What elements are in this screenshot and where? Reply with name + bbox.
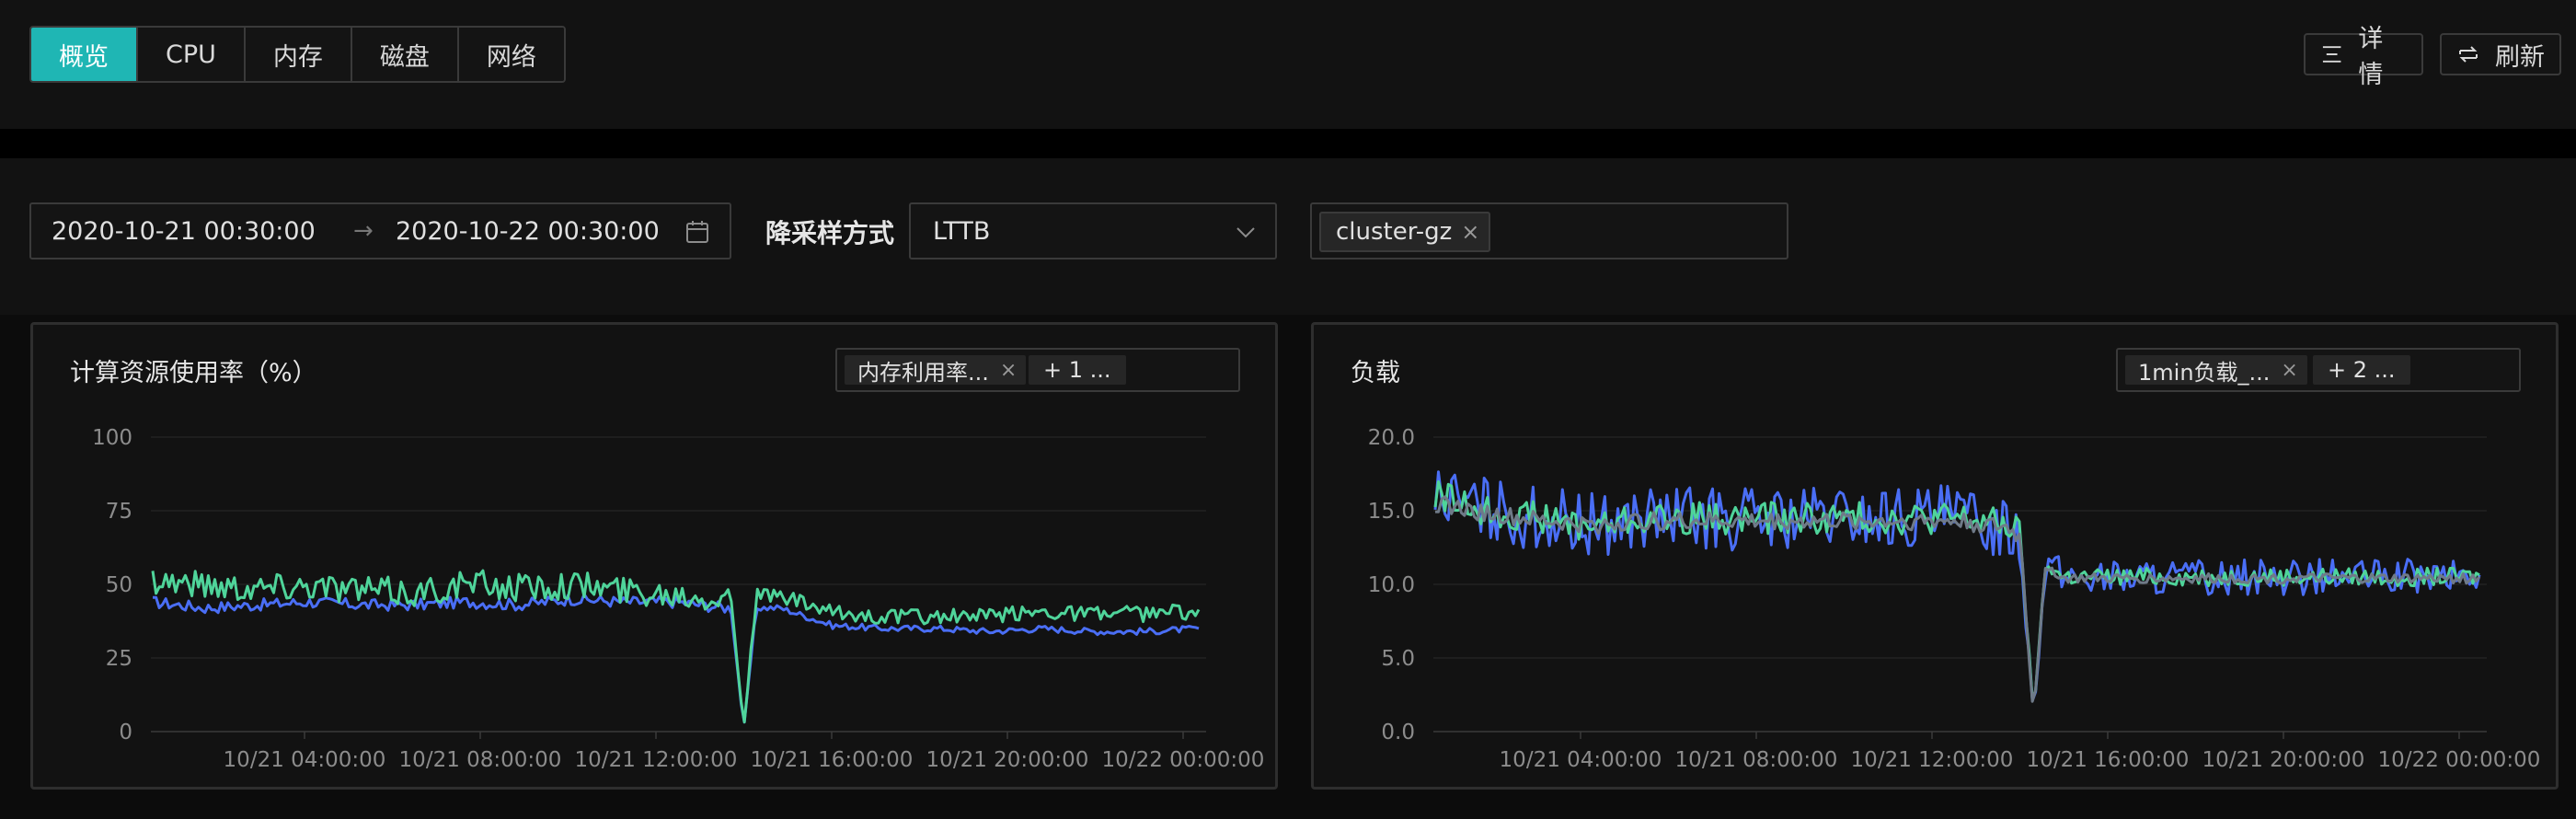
x-tick-label: 10/21 04:00:00 bbox=[224, 748, 386, 772]
tab-network[interactable]: 网络 bbox=[458, 28, 564, 81]
end-date[interactable]: 2020-10-22 00:30:00 bbox=[396, 217, 660, 246]
date-range-picker[interactable]: 2020-10-21 00:30:00 → 2020-10-22 00:30:0… bbox=[29, 202, 731, 260]
series-line-0 bbox=[1433, 470, 2481, 702]
refresh-button-label: 刷新 bbox=[2495, 42, 2545, 72]
tab-memory[interactable]: 内存 bbox=[245, 28, 352, 81]
detail-button[interactable]: 详情 bbox=[2304, 25, 2423, 89]
sampling-label: 降采样方式 bbox=[765, 218, 895, 248]
top-bar: 概览 CPU 内存 磁盘 网络 详情 刷新 bbox=[0, 0, 2576, 129]
y-tick-label: 50 bbox=[106, 573, 132, 597]
y-tick-label: 10.0 bbox=[1368, 573, 1415, 597]
resource-usage-chart: 100 75 50 25 0 10/21 04:00:00 10/21 08:00:00 10… bbox=[92, 426, 1265, 772]
cluster-tag-label: cluster-gz bbox=[1336, 218, 1453, 246]
tab-cpu[interactable]: CPU bbox=[138, 28, 246, 81]
series-line-1 bbox=[151, 569, 1201, 724]
divider bbox=[0, 129, 2576, 158]
y-tick-label: 100 bbox=[92, 426, 132, 450]
start-date[interactable]: 2020-10-21 00:30:00 bbox=[52, 217, 316, 246]
y-tick-label: 0 bbox=[119, 721, 132, 744]
view-tabs: 概览 CPU 内存 磁盘 网络 bbox=[29, 26, 566, 83]
panel-load: 负载 1min负载_... × + 2 ... 20.0 15.0 10.0 5.0 0… bbox=[1311, 322, 2559, 790]
y-tick-label: 25 bbox=[106, 647, 132, 671]
y-tick-label: 15.0 bbox=[1368, 500, 1415, 524]
x-tick-label: 10/21 20:00:00 bbox=[2202, 748, 2365, 772]
detail-button-label: 详情 bbox=[2358, 25, 2384, 89]
load-chart: 20.0 15.0 10.0 5.0 0.0 10/21 04:00:00 10/21 08… bbox=[1368, 426, 2541, 772]
y-tick-label: 20.0 bbox=[1368, 426, 1415, 450]
x-tick-label: 10/21 08:00:00 bbox=[1675, 748, 1838, 772]
y-tick-label: 0.0 bbox=[1381, 721, 1415, 744]
tab-disk[interactable]: 磁盘 bbox=[351, 28, 459, 81]
y-tick-label: 5.0 bbox=[1381, 647, 1415, 671]
list-icon bbox=[2322, 46, 2341, 63]
x-tick-label: 10/21 04:00:00 bbox=[1500, 748, 1662, 772]
close-icon[interactable]: × bbox=[1461, 219, 1479, 245]
sampling-value: LTTB bbox=[933, 216, 991, 246]
series-line-2 bbox=[1434, 495, 2481, 703]
refresh-button[interactable]: 刷新 bbox=[2440, 33, 2561, 75]
cluster-tag: cluster-gz × bbox=[1319, 212, 1491, 252]
x-tick-label: 10/21 12:00:00 bbox=[1851, 748, 2014, 772]
sampling-select[interactable]: LTTB bbox=[909, 202, 1277, 260]
calendar-icon bbox=[686, 221, 708, 243]
x-tick-label: 10/21 16:00:00 bbox=[751, 748, 914, 772]
x-tick-label: 10/22 00:00:00 bbox=[2378, 748, 2541, 772]
panel-resource-usage: 计算资源使用率（%） 内存利用率... × + 1 ... 100 75 50 25 0… bbox=[30, 322, 1278, 790]
refresh-icon bbox=[2459, 46, 2478, 63]
chevron-down-icon bbox=[1236, 227, 1255, 238]
x-tick-label: 10/21 16:00:00 bbox=[2027, 748, 2190, 772]
x-tick-label: 10/22 00:00:00 bbox=[1102, 748, 1265, 772]
tab-overview[interactable]: 概览 bbox=[31, 28, 138, 81]
x-tick-label: 10/21 20:00:00 bbox=[926, 748, 1089, 772]
x-tick-label: 10/21 08:00:00 bbox=[399, 748, 562, 772]
cluster-select[interactable]: cluster-gz × bbox=[1310, 202, 1788, 260]
range-arrow: → bbox=[353, 217, 374, 245]
filter-bar: 2020-10-21 00:30:00 → 2020-10-22 00:30:0… bbox=[0, 158, 2576, 315]
y-tick-label: 75 bbox=[106, 500, 132, 524]
x-tick-label: 10/21 12:00:00 bbox=[575, 748, 738, 772]
